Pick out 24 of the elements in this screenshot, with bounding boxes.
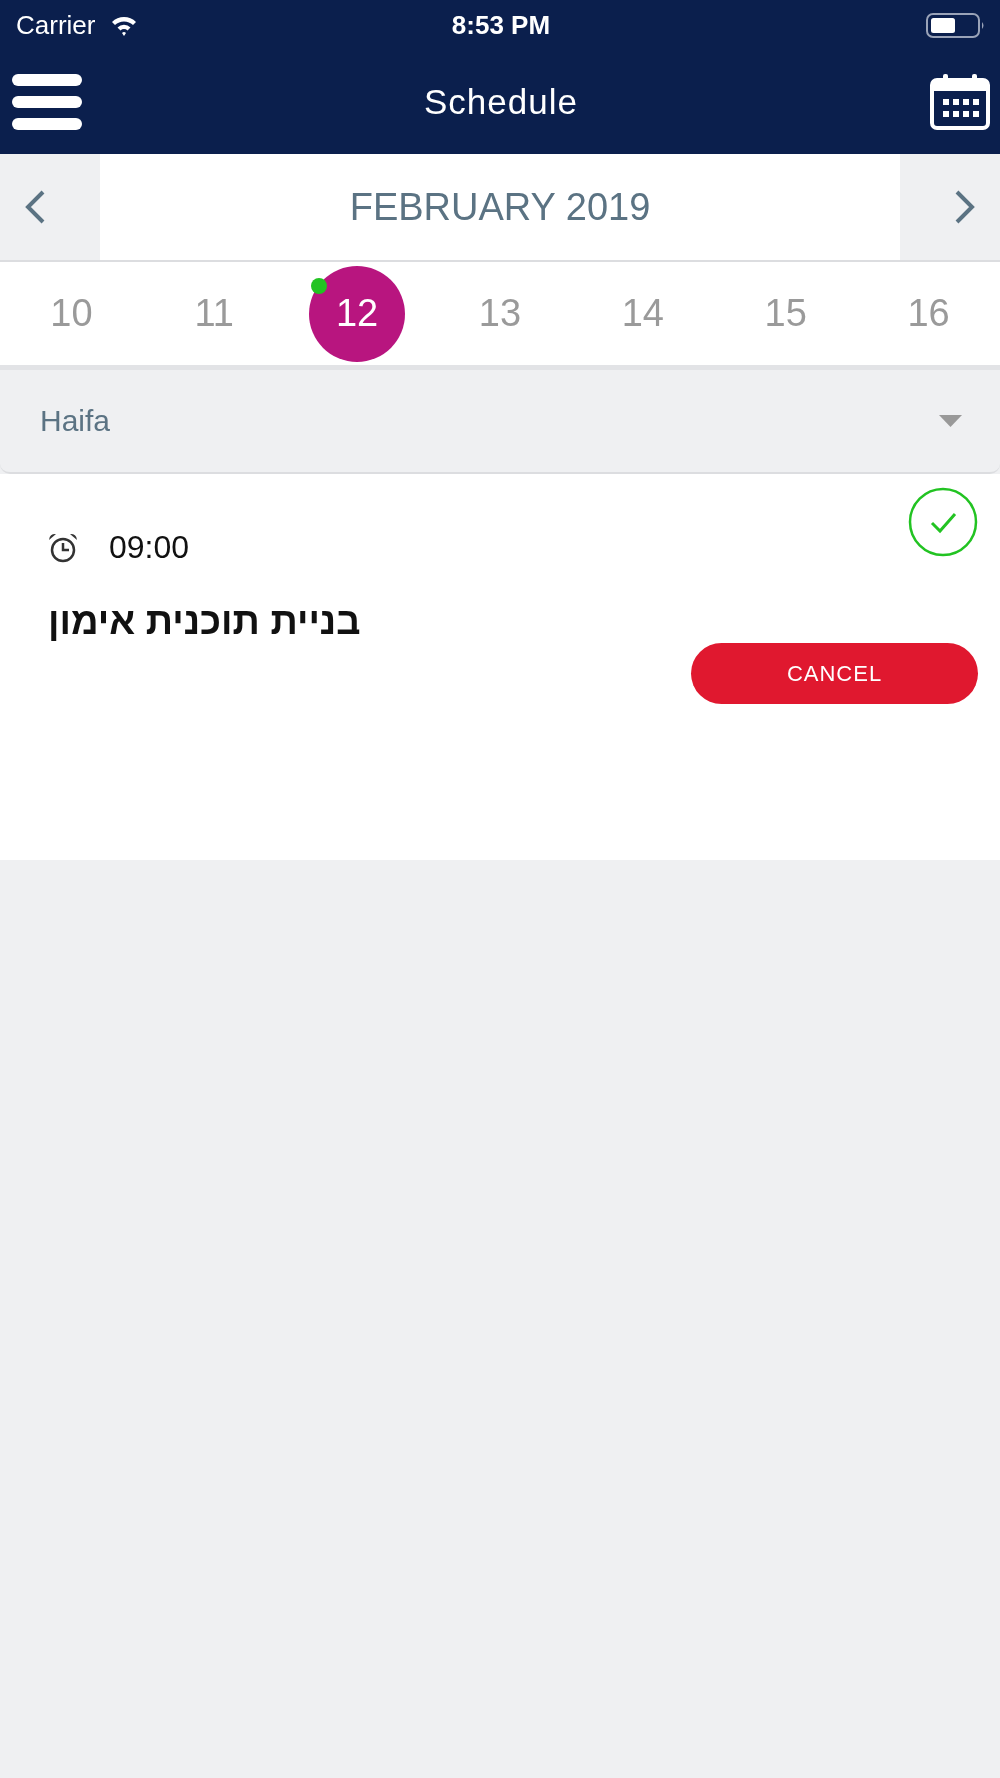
chevron-right-icon [954, 190, 976, 224]
day-button[interactable]: 11 [166, 265, 263, 362]
day-button[interactable]: 16 [880, 265, 977, 362]
calendar-button[interactable] [930, 74, 990, 130]
alarm-clock-icon [48, 532, 78, 563]
battery-icon [926, 12, 986, 38]
status-time: 8:53 PM [451, 9, 551, 41]
menu-button[interactable] [12, 74, 82, 130]
cancel-button[interactable]: CANCEL [691, 643, 978, 704]
event-title: בניית תוכנית אימון [48, 600, 361, 643]
caret-icon [939, 415, 962, 427]
wifi-icon [111, 14, 138, 36]
carrier-label: Carrier [16, 9, 96, 41]
day-button[interactable]: 13 [452, 265, 548, 362]
calendar-icon [930, 74, 990, 130]
day-button[interactable]: 12 [309, 265, 406, 362]
day-button[interactable]: 10 [23, 265, 120, 362]
event-time: 09:00 [109, 529, 190, 566]
chevron-left-icon [24, 190, 46, 224]
day-button[interactable]: 14 [594, 265, 691, 362]
menu-icon [12, 74, 82, 130]
screen-title: Schedule [424, 82, 578, 122]
day-button[interactable]: 15 [737, 265, 834, 362]
month-title: FEBRUARY 2019 [349, 185, 651, 229]
